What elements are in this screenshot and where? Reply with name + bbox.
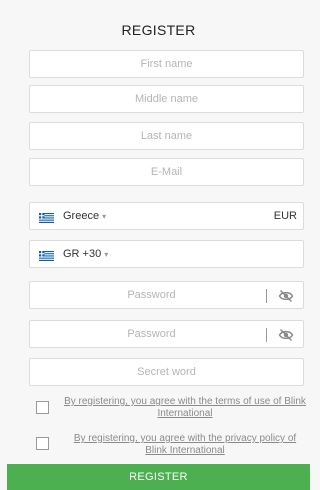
middle-name-field[interactable] [29,85,304,113]
secret-word-field[interactable] [29,358,304,386]
first-name-input[interactable] [30,51,303,77]
divider [266,289,267,303]
last-name-input[interactable] [30,123,303,149]
confirm-password-field[interactable] [29,320,304,348]
currency-value: EUR [273,210,297,222]
phone-code-select[interactable]: GR +30 ▾ [29,240,304,268]
terms-checkbox[interactable] [36,401,49,414]
email-input[interactable] [30,159,303,185]
greece-flag-icon [39,213,54,223]
page-title: REGISTER [121,22,196,38]
terms-link[interactable]: By registering, you agree with the terms… [62,396,308,420]
chevron-down-icon: ▾ [104,250,109,259]
country-select[interactable]: Greece ▾ EUR [29,202,304,230]
secret-word-input[interactable] [30,359,303,385]
country-value: Greece [63,210,100,222]
email-field[interactable] [29,158,304,186]
greece-flag-icon [39,251,54,261]
password-input[interactable] [30,282,303,308]
register-button[interactable]: REGISTER [7,464,310,490]
confirm-password-input[interactable] [30,321,303,347]
middle-name-input[interactable] [30,86,303,112]
eye-slash-icon[interactable] [278,288,294,304]
password-field[interactable] [29,281,304,309]
privacy-link[interactable]: By registering, you agree with the priva… [62,433,308,457]
divider [266,328,267,342]
eye-slash-icon[interactable] [278,327,294,343]
phone-code-value: GR +30 [63,248,102,260]
last-name-field[interactable] [29,122,304,150]
first-name-field[interactable] [29,50,304,78]
privacy-checkbox[interactable] [36,437,49,450]
chevron-down-icon: ▾ [102,212,107,221]
